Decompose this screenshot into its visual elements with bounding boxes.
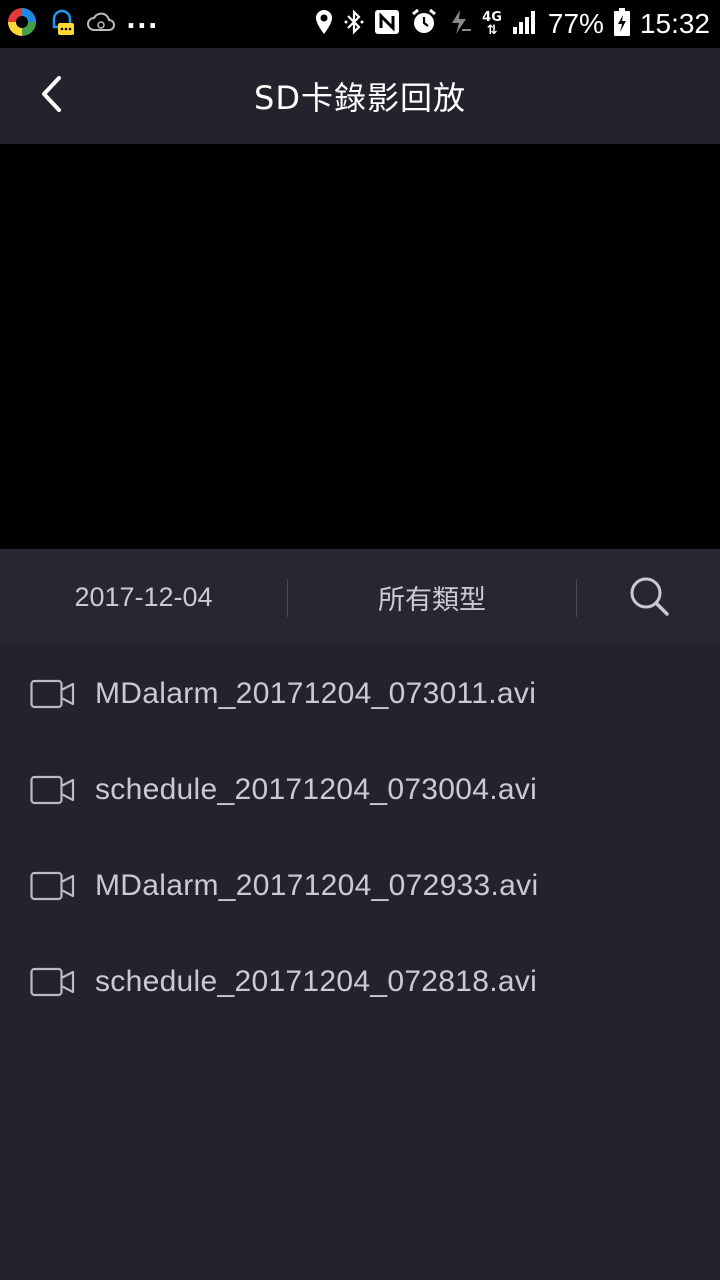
video-camera-icon: [30, 967, 75, 997]
file-name: MDalarm_20171204_073011.avi: [95, 677, 537, 710]
chevron-left-icon: [39, 75, 65, 117]
alarm-icon: [410, 8, 438, 40]
search-button[interactable]: [577, 574, 720, 622]
file-name: schedule_20171204_072818.avi: [95, 965, 538, 998]
search-icon: [627, 574, 671, 622]
signal-icon: [512, 9, 538, 39]
filter-bar: 2017-12-04 所有類型: [0, 549, 720, 646]
list-item[interactable]: MDalarm_20171204_072933.avi: [0, 838, 720, 934]
list-item[interactable]: schedule_20171204_072818.avi: [0, 934, 720, 1030]
video-camera-icon: [30, 775, 75, 805]
app-circle-icon: [6, 6, 38, 42]
bluetooth-icon: [344, 8, 364, 40]
page-title: SD卡錄影回放: [254, 79, 466, 117]
status-bar: ... 4G ⇅ 77% 15:32: [0, 0, 720, 48]
file-name: MDalarm_20171204_072933.avi: [95, 869, 539, 902]
clock-time: 15:32: [639, 8, 710, 39]
location-icon: [314, 9, 334, 39]
nfc-icon: [374, 9, 400, 39]
back-button[interactable]: [28, 72, 76, 120]
battery-icon: [613, 8, 630, 40]
status-bar-left: ...: [6, 5, 169, 42]
app-header: SD卡錄影回放: [0, 48, 720, 144]
list-item[interactable]: MDalarm_20171204_073011.avi: [0, 646, 720, 742]
video-camera-icon: [30, 871, 75, 901]
bell-chat-icon: [48, 7, 76, 41]
battery-percentage: 77%: [547, 8, 604, 39]
file-name: schedule_20171204_073004.avi: [95, 773, 538, 806]
video-camera-icon: [30, 679, 75, 709]
video-player[interactable]: [0, 144, 720, 549]
network-4g-indicator: 4G ⇅: [482, 10, 502, 38]
list-item[interactable]: schedule_20171204_073004.avi: [0, 742, 720, 838]
more-notifications-indicator: ...: [126, 5, 159, 35]
cloud-icon: [86, 11, 116, 37]
recording-list: MDalarm_20171204_073011.avi schedule_201…: [0, 646, 720, 1030]
date-selector[interactable]: 2017-12-04: [0, 582, 287, 613]
network-type-label: 4G: [482, 10, 502, 25]
flash-icon: [448, 8, 472, 40]
status-bar-right: 4G ⇅ 77% 15:32: [304, 8, 710, 40]
type-selector[interactable]: 所有類型: [288, 578, 576, 617]
